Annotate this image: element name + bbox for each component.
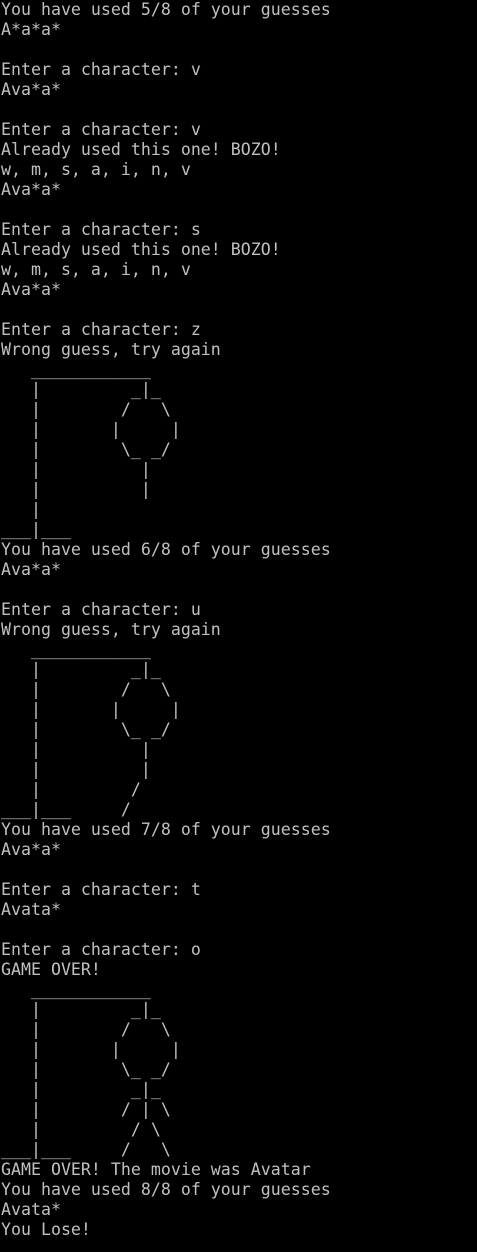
console-line: ____________ — [1, 980, 151, 999]
console-line: | | — [1, 760, 151, 779]
console-line: Enter a character: z — [1, 320, 201, 339]
console-line: Enter a character: o — [1, 940, 201, 959]
console-line: Enter a character: t — [1, 880, 201, 899]
console-line: | _|_ — [1, 1080, 161, 1099]
console-line: Wrong guess, try again — [1, 340, 221, 359]
console-line: | | — [1, 480, 151, 499]
console-line: Ava*a* — [1, 840, 61, 859]
console-line: A*a*a* — [1, 20, 61, 39]
console-line: Already used this one! BOZO! — [1, 140, 281, 159]
console-line: | / \ — [1, 400, 171, 419]
console-line: Ava*a* — [1, 80, 61, 99]
console-line: You have used 6/8 of your guesses — [1, 540, 331, 559]
console-line: | / — [1, 780, 141, 799]
console-line: GAME OVER! The movie was Avatar — [1, 1160, 311, 1179]
console-line: ____________ — [1, 640, 151, 659]
console-line: | / \ — [1, 680, 171, 699]
console-line: You have used 8/8 of your guesses — [1, 1180, 331, 1199]
console-line: | — [1, 500, 41, 519]
console-line: ____________ — [1, 360, 151, 379]
console-line: w, m, s, a, i, n, v — [1, 260, 191, 279]
console-line: | | | — [1, 420, 181, 439]
console-line: Ava*a* — [1, 560, 61, 579]
console-line: | _|_ — [1, 1000, 161, 1019]
console-line: | / \ — [1, 1020, 171, 1039]
console-line: | / | \ — [1, 1100, 171, 1119]
console-line: Ava*a* — [1, 180, 61, 199]
console-line: Enter a character: u — [1, 600, 201, 619]
console-line: You Lose! — [1, 1220, 91, 1239]
console-line: Enter a character: v — [1, 120, 201, 139]
console-line: ___|___ — [1, 520, 71, 539]
console-line: You have used 7/8 of your guesses — [1, 820, 331, 839]
console-line: | _|_ — [1, 380, 161, 399]
console-line: | / \ — [1, 1120, 161, 1139]
console-line: | | | — [1, 700, 181, 719]
console-line: Already used this one! BOZO! — [1, 240, 281, 259]
console-line: ___|___ / — [1, 800, 131, 819]
console-line: Wrong guess, try again — [1, 620, 221, 639]
console-line: w, m, s, a, i, n, v — [1, 160, 191, 179]
console-line: Avata* — [1, 1200, 61, 1219]
console-line: You have used 5/8 of your guesses — [1, 0, 331, 19]
console-line: Avata* — [1, 900, 61, 919]
console-line: | \_ _/ — [1, 720, 171, 739]
console-line: | | — [1, 740, 151, 759]
console-line: | | | — [1, 1040, 181, 1059]
console-output[interactable]: You have used 5/8 of your guesses A*a*a* E… — [1, 0, 477, 1252]
console-line: | _|_ — [1, 660, 161, 679]
console-line: ___|___ / \ — [1, 1140, 171, 1159]
console-line: | \_ _/ — [1, 1060, 171, 1079]
console-line: GAME OVER! — [1, 960, 101, 979]
console-line: Ava*a* — [1, 280, 61, 299]
console-line: | \_ _/ — [1, 440, 171, 459]
console-line: | | — [1, 460, 151, 479]
console-line: Enter a character: v — [1, 60, 201, 79]
console-line: Enter a character: s — [1, 220, 201, 239]
